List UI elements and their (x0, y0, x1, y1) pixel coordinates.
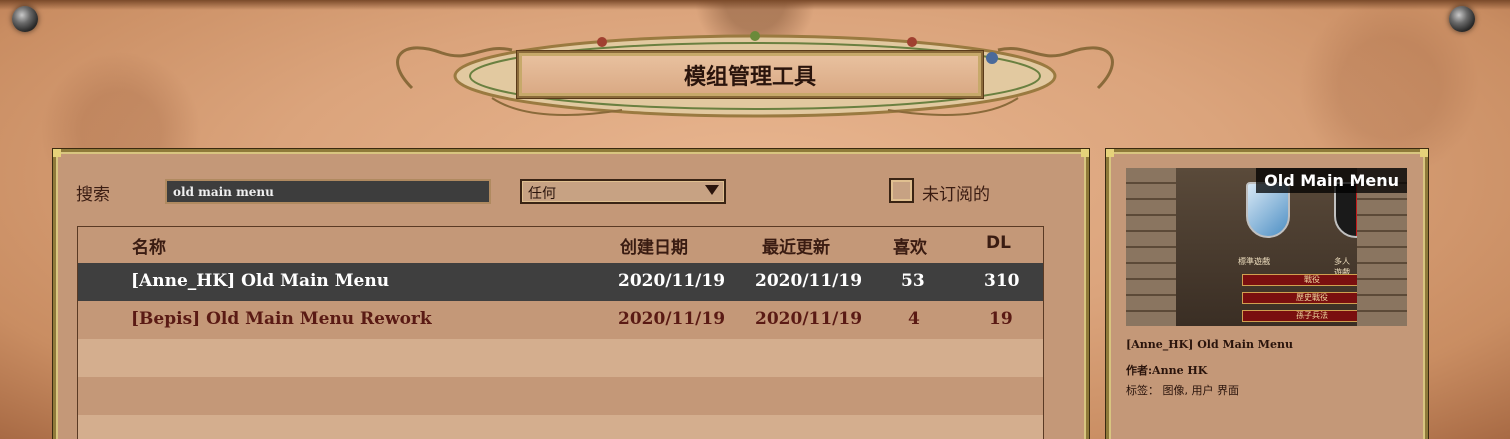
search-input[interactable] (165, 179, 491, 204)
column-header-updated[interactable]: 最近更新 (762, 233, 830, 258)
unsubscribed-label[interactable]: 未订阅的 (922, 180, 990, 205)
row-updated: 2020/11/19 (755, 309, 863, 329)
row-created: 2020/11/19 (618, 271, 726, 291)
row-downloads: 310 (984, 271, 1020, 291)
table-row-empty (78, 339, 1043, 377)
row-likes: 4 (908, 309, 920, 329)
row-downloads: 19 (989, 309, 1013, 329)
column-header-downloads[interactable]: DL (986, 233, 1011, 253)
title-plate: 模组管理工具 (517, 51, 983, 98)
filter-selected-value: 任何 (528, 186, 556, 202)
mod-table: 名称 创建日期 最近更新 喜欢 DL [Anne_HK] Old Main Me… (77, 226, 1044, 439)
table-row-empty (78, 377, 1043, 415)
row-name: [Anne_HK] Old Main Menu (131, 271, 390, 291)
mod-detail-name: [Anne_HK] Old Main Menu (1126, 338, 1293, 351)
table-row-empty (78, 415, 1043, 439)
filter-dropdown[interactable]: 任何 (520, 179, 726, 204)
top-edge (0, 0, 1510, 10)
column-header-name[interactable]: 名称 (132, 233, 166, 258)
stone-wall-left (1126, 168, 1176, 326)
table-row[interactable]: [Anne_HK] Old Main Menu 2020/11/19 2020/… (78, 263, 1043, 301)
table-row[interactable]: [Bepis] Old Main Menu Rework 2020/11/19 … (78, 301, 1043, 339)
rivet-right-icon (1449, 6, 1475, 32)
mod-detail-author: 作者:Anne HK (1126, 364, 1208, 377)
preview-standard-label: 標準遊戲 (1238, 257, 1270, 266)
column-header-created[interactable]: 创建日期 (620, 233, 688, 258)
row-name: [Bepis] Old Main Menu Rework (131, 309, 432, 329)
panel-corner (1081, 149, 1089, 157)
row-updated: 2020/11/19 (755, 271, 863, 291)
row-likes: 53 (901, 271, 925, 291)
column-header-likes[interactable]: 喜欢 (893, 233, 927, 258)
preview-title: Old Main Menu (1256, 168, 1407, 193)
table-header: 名称 创建日期 最近更新 喜欢 DL (78, 227, 1043, 263)
page-title: 模组管理工具 (683, 64, 816, 90)
rivet-left-icon (12, 6, 38, 32)
panel-corner (1106, 149, 1114, 157)
unsubscribed-checkbox[interactable] (889, 178, 914, 203)
panel-corner (53, 149, 61, 157)
search-label: 搜索 (76, 185, 110, 205)
mod-preview-image: 標準遊戲 多人遊戲 戰役 歷史戰役 孫子兵法 Old Main Menu (1126, 168, 1407, 326)
chevron-down-icon (705, 185, 719, 195)
mod-detail-tags: 标签： 图像, 用户 界面 (1126, 384, 1239, 397)
row-created: 2020/11/19 (618, 309, 726, 329)
panel-corner (1420, 149, 1428, 157)
